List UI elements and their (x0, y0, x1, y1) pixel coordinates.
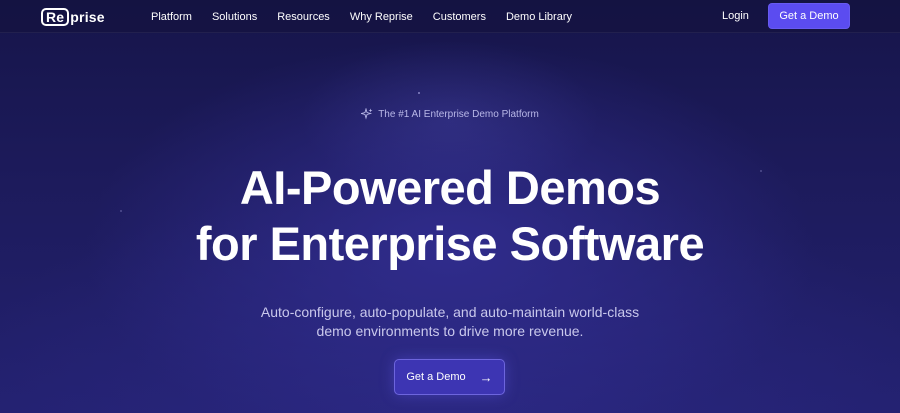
logo-text: prise (70, 9, 105, 25)
sparkle-icon (361, 108, 373, 120)
headline-line-2: for Enterprise Software (195, 217, 705, 270)
reprise-logo[interactable]: Re prise (41, 7, 105, 27)
nav-item-customers[interactable]: Customers (433, 11, 486, 23)
subtext-line-2: demo environments to drive more revenue. (316, 323, 584, 339)
nav-links: Platform Solutions Resources Why Reprise… (151, 0, 592, 33)
page: Re prise Platform Solutions Resources Why… (0, 0, 900, 413)
top-navigation: Re prise Platform Solutions Resources Why… (0, 0, 900, 33)
logo-boxed-text: Re (41, 8, 70, 26)
hero-headline: AI-Powered Demos for Enterprise Software (0, 160, 900, 272)
nav-item-demo-library[interactable]: Demo Library (506, 11, 572, 23)
headline-line-1: AI-Powered Demos (239, 161, 661, 214)
hero-eyebrow: The #1 AI Enterprise Demo Platform (0, 108, 900, 120)
nav-item-solutions[interactable]: Solutions (212, 11, 257, 23)
nav-get-a-demo-button[interactable]: Get a Demo (768, 3, 850, 29)
star-decoration (418, 92, 420, 94)
subtext-line-1: Auto-configure, auto-populate, and auto-… (260, 304, 640, 320)
hero-get-a-demo-button[interactable]: Get a Demo → (394, 359, 505, 395)
nav-item-resources[interactable]: Resources (277, 11, 330, 23)
login-link[interactable]: Login (722, 10, 749, 22)
hero-cta-label: Get a Demo (406, 371, 466, 383)
arrow-right-icon: → (479, 369, 493, 385)
hero-subtext: Auto-configure, auto-populate, and auto-… (0, 303, 900, 341)
nav-item-why-reprise[interactable]: Why Reprise (350, 11, 413, 23)
nav-item-platform[interactable]: Platform (151, 11, 192, 23)
eyebrow-text: The #1 AI Enterprise Demo Platform (378, 108, 539, 120)
